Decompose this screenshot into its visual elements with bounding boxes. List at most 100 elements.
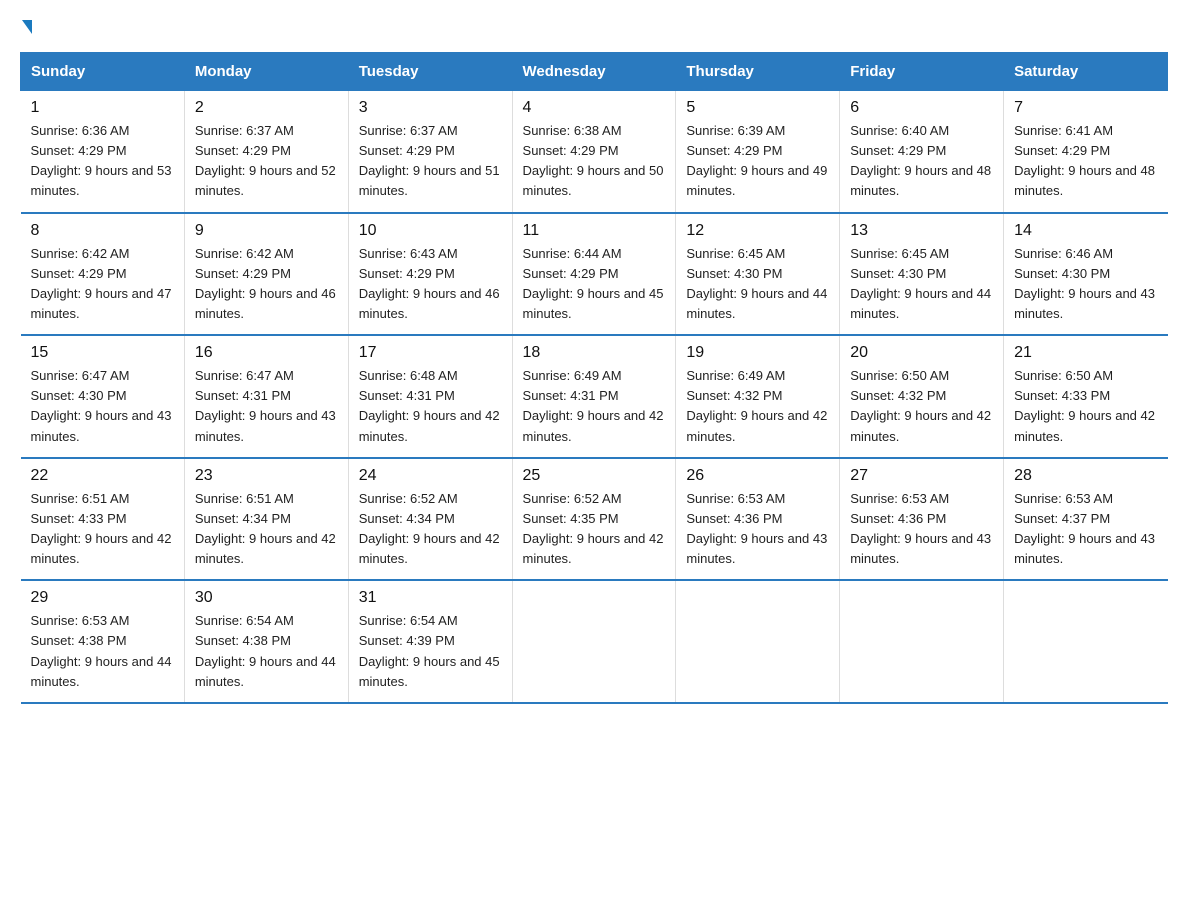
header-cell-tuesday: Tuesday bbox=[348, 53, 512, 91]
day-info: Sunrise: 6:50 AMSunset: 4:32 PMDaylight:… bbox=[850, 368, 991, 443]
day-number: 6 bbox=[850, 99, 993, 117]
day-cell-16: 16 Sunrise: 6:47 AMSunset: 4:31 PMDayligh… bbox=[184, 335, 348, 458]
day-number: 22 bbox=[31, 467, 174, 485]
day-cell-23: 23 Sunrise: 6:51 AMSunset: 4:34 PMDayligh… bbox=[184, 458, 348, 581]
day-number: 10 bbox=[359, 222, 502, 240]
day-info: Sunrise: 6:54 AMSunset: 4:39 PMDaylight:… bbox=[359, 613, 500, 688]
day-cell-6: 6 Sunrise: 6:40 AMSunset: 4:29 PMDaylight… bbox=[840, 91, 1004, 213]
day-number: 17 bbox=[359, 344, 502, 362]
day-number: 15 bbox=[31, 344, 174, 362]
day-info: Sunrise: 6:50 AMSunset: 4:33 PMDaylight:… bbox=[1014, 368, 1155, 443]
day-number: 31 bbox=[359, 589, 502, 607]
day-cell-10: 10 Sunrise: 6:43 AMSunset: 4:29 PMDayligh… bbox=[348, 213, 512, 336]
header-row: SundayMondayTuesdayWednesdayThursdayFrid… bbox=[21, 53, 1168, 91]
day-cell-21: 21 Sunrise: 6:50 AMSunset: 4:33 PMDayligh… bbox=[1004, 335, 1168, 458]
empty-cell bbox=[676, 580, 840, 703]
day-info: Sunrise: 6:52 AMSunset: 4:35 PMDaylight:… bbox=[523, 491, 664, 566]
day-cell-25: 25 Sunrise: 6:52 AMSunset: 4:35 PMDayligh… bbox=[512, 458, 676, 581]
day-cell-26: 26 Sunrise: 6:53 AMSunset: 4:36 PMDayligh… bbox=[676, 458, 840, 581]
header-cell-wednesday: Wednesday bbox=[512, 53, 676, 91]
calendar-body: 1 Sunrise: 6:36 AMSunset: 4:29 PMDaylight… bbox=[21, 91, 1168, 703]
day-cell-29: 29Sunrise: 6:53 AMSunset: 4:38 PMDayligh… bbox=[21, 580, 185, 703]
day-cell-28: 28 Sunrise: 6:53 AMSunset: 4:37 PMDayligh… bbox=[1004, 458, 1168, 581]
day-number: 19 bbox=[686, 344, 829, 362]
day-info: Sunrise: 6:41 AMSunset: 4:29 PMDaylight:… bbox=[1014, 123, 1155, 198]
day-info: Sunrise: 6:52 AMSunset: 4:34 PMDaylight:… bbox=[359, 491, 500, 566]
day-number: 23 bbox=[195, 467, 338, 485]
day-info: Sunrise: 6:44 AMSunset: 4:29 PMDaylight:… bbox=[523, 246, 664, 321]
day-cell-13: 13 Sunrise: 6:45 AMSunset: 4:30 PMDayligh… bbox=[840, 213, 1004, 336]
day-info: Sunrise: 6:47 AMSunset: 4:30 PMDaylight:… bbox=[31, 368, 172, 443]
empty-cell bbox=[840, 580, 1004, 703]
day-number: 21 bbox=[1014, 344, 1157, 362]
day-info: Sunrise: 6:39 AMSunset: 4:29 PMDaylight:… bbox=[686, 123, 827, 198]
header-cell-friday: Friday bbox=[840, 53, 1004, 91]
header-cell-saturday: Saturday bbox=[1004, 53, 1168, 91]
day-info: Sunrise: 6:51 AMSunset: 4:34 PMDaylight:… bbox=[195, 491, 336, 566]
day-number: 7 bbox=[1014, 99, 1157, 117]
header-cell-thursday: Thursday bbox=[676, 53, 840, 91]
empty-cell bbox=[1004, 580, 1168, 703]
day-info: Sunrise: 6:47 AMSunset: 4:31 PMDaylight:… bbox=[195, 368, 336, 443]
calendar-table: SundayMondayTuesdayWednesdayThursdayFrid… bbox=[20, 52, 1168, 704]
day-cell-7: 7 Sunrise: 6:41 AMSunset: 4:29 PMDaylight… bbox=[1004, 91, 1168, 213]
header-cell-sunday: Sunday bbox=[21, 53, 185, 91]
day-info: Sunrise: 6:53 AMSunset: 4:37 PMDaylight:… bbox=[1014, 491, 1155, 566]
day-number: 11 bbox=[523, 222, 666, 240]
day-cell-30: 30Sunrise: 6:54 AMSunset: 4:38 PMDayligh… bbox=[184, 580, 348, 703]
day-info: Sunrise: 6:37 AMSunset: 4:29 PMDaylight:… bbox=[359, 123, 500, 198]
day-number: 27 bbox=[850, 467, 993, 485]
day-number: 14 bbox=[1014, 222, 1157, 240]
day-number: 25 bbox=[523, 467, 666, 485]
day-number: 16 bbox=[195, 344, 338, 362]
week-row-1: 1 Sunrise: 6:36 AMSunset: 4:29 PMDaylight… bbox=[21, 91, 1168, 213]
day-info: Sunrise: 6:36 AMSunset: 4:29 PMDaylight:… bbox=[31, 123, 172, 198]
day-info: Sunrise: 6:48 AMSunset: 4:31 PMDaylight:… bbox=[359, 368, 500, 443]
week-row-5: 29Sunrise: 6:53 AMSunset: 4:38 PMDayligh… bbox=[21, 580, 1168, 703]
day-cell-31: 31 Sunrise: 6:54 AMSunset: 4:39 PMDayligh… bbox=[348, 580, 512, 703]
day-info: Sunrise: 6:49 AMSunset: 4:32 PMDaylight:… bbox=[686, 368, 827, 443]
day-cell-11: 11 Sunrise: 6:44 AMSunset: 4:29 PMDayligh… bbox=[512, 213, 676, 336]
day-cell-2: 2 Sunrise: 6:37 AMSunset: 4:29 PMDaylight… bbox=[184, 91, 348, 213]
day-number: 29 bbox=[31, 589, 174, 607]
day-cell-22: 22 Sunrise: 6:51 AMSunset: 4:33 PMDayligh… bbox=[21, 458, 185, 581]
day-cell-19: 19 Sunrise: 6:49 AMSunset: 4:32 PMDayligh… bbox=[676, 335, 840, 458]
day-cell-27: 27 Sunrise: 6:53 AMSunset: 4:36 PMDayligh… bbox=[840, 458, 1004, 581]
day-number: 28 bbox=[1014, 467, 1157, 485]
day-number: 2 bbox=[195, 99, 338, 117]
day-number: 1 bbox=[31, 99, 174, 117]
day-cell-4: 4Sunrise: 6:38 AMSunset: 4:29 PMDaylight… bbox=[512, 91, 676, 213]
day-info: Sunrise: 6:53 AMSunset: 4:36 PMDaylight:… bbox=[686, 491, 827, 566]
day-number: 24 bbox=[359, 467, 502, 485]
logo bbox=[20, 20, 32, 34]
day-info: Sunrise: 6:45 AMSunset: 4:30 PMDaylight:… bbox=[850, 246, 991, 321]
day-info: Sunrise: 6:37 AMSunset: 4:29 PMDaylight:… bbox=[195, 123, 336, 198]
week-row-2: 8 Sunrise: 6:42 AMSunset: 4:29 PMDaylight… bbox=[21, 213, 1168, 336]
day-number: 20 bbox=[850, 344, 993, 362]
day-info: Sunrise: 6:54 AMSunset: 4:38 PMDaylight:… bbox=[195, 613, 336, 688]
day-info: Sunrise: 6:42 AMSunset: 4:29 PMDaylight:… bbox=[195, 246, 336, 321]
day-info: Sunrise: 6:53 AMSunset: 4:36 PMDaylight:… bbox=[850, 491, 991, 566]
header-cell-monday: Monday bbox=[184, 53, 348, 91]
day-number: 26 bbox=[686, 467, 829, 485]
day-number: 5 bbox=[686, 99, 829, 117]
logo-triangle-icon bbox=[22, 20, 32, 34]
day-cell-15: 15 Sunrise: 6:47 AMSunset: 4:30 PMDayligh… bbox=[21, 335, 185, 458]
day-cell-5: 5 Sunrise: 6:39 AMSunset: 4:29 PMDaylight… bbox=[676, 91, 840, 213]
day-cell-18: 18Sunrise: 6:49 AMSunset: 4:31 PMDayligh… bbox=[512, 335, 676, 458]
day-number: 3 bbox=[359, 99, 502, 117]
week-row-3: 15 Sunrise: 6:47 AMSunset: 4:30 PMDayligh… bbox=[21, 335, 1168, 458]
day-number: 9 bbox=[195, 222, 338, 240]
day-cell-9: 9 Sunrise: 6:42 AMSunset: 4:29 PMDaylight… bbox=[184, 213, 348, 336]
day-number: 8 bbox=[31, 222, 174, 240]
day-info: Sunrise: 6:51 AMSunset: 4:33 PMDaylight:… bbox=[31, 491, 172, 566]
day-number: 13 bbox=[850, 222, 993, 240]
day-number: 4 bbox=[523, 99, 666, 117]
day-info: Sunrise: 6:40 AMSunset: 4:29 PMDaylight:… bbox=[850, 123, 991, 198]
day-info: Sunrise: 6:43 AMSunset: 4:29 PMDaylight:… bbox=[359, 246, 500, 321]
day-info: Sunrise: 6:45 AMSunset: 4:30 PMDaylight:… bbox=[686, 246, 827, 321]
day-cell-8: 8 Sunrise: 6:42 AMSunset: 4:29 PMDaylight… bbox=[21, 213, 185, 336]
week-row-4: 22 Sunrise: 6:51 AMSunset: 4:33 PMDayligh… bbox=[21, 458, 1168, 581]
day-info: Sunrise: 6:42 AMSunset: 4:29 PMDaylight:… bbox=[31, 246, 172, 321]
day-cell-1: 1 Sunrise: 6:36 AMSunset: 4:29 PMDaylight… bbox=[21, 91, 185, 213]
